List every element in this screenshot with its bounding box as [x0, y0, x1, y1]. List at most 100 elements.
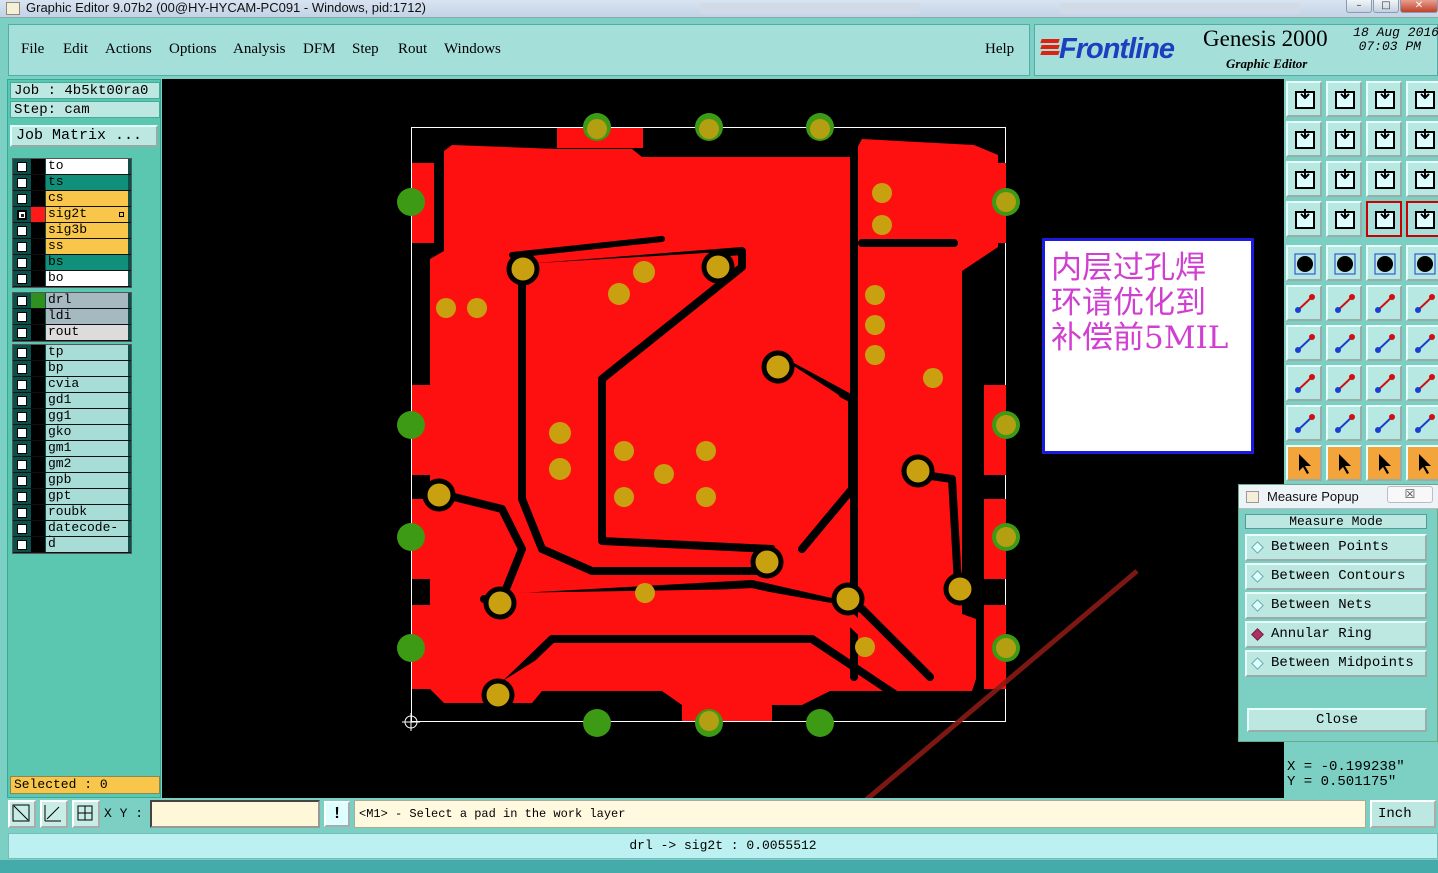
layer-checkbox[interactable]	[17, 242, 27, 252]
net-view-icon[interactable]	[1406, 201, 1438, 237]
layer-row-cs[interactable]: cs	[13, 191, 131, 207]
layer-color-swatch[interactable]	[31, 361, 45, 376]
layer-row-gm2[interactable]: gm2	[13, 457, 131, 473]
layer-row-d[interactable]: d	[13, 537, 131, 553]
line-pointer-icon[interactable]	[1326, 325, 1362, 361]
zoom-fit-icon[interactable]	[1286, 161, 1322, 197]
layer-name[interactable]: sig3b	[46, 223, 128, 238]
layer-color-swatch[interactable]	[31, 505, 45, 520]
layer-row-drl[interactable]: drl	[13, 293, 131, 309]
layer-name[interactable]: tp	[46, 345, 128, 360]
menu-step[interactable]: Step	[352, 41, 379, 58]
layer-row-roubk[interactable]: roubk	[13, 505, 131, 521]
layer-row-gpt[interactable]: gpt	[13, 489, 131, 505]
layer-name[interactable]: rout	[46, 325, 128, 340]
layer-name[interactable]: cvia	[46, 377, 128, 392]
measure-option-between-points[interactable]: Between Points	[1245, 534, 1427, 561]
layer-row-datecode-bo[interactable]: datecode-bo	[13, 521, 131, 549]
layer-color-swatch[interactable]	[31, 255, 45, 270]
layer-checkbox[interactable]	[17, 226, 27, 236]
pad-connect-icon[interactable]	[1286, 285, 1322, 321]
menu-options[interactable]: Options	[169, 41, 217, 58]
layer-name[interactable]: gpt	[46, 489, 128, 504]
layer-name[interactable]: bp	[46, 361, 128, 376]
layer-name[interactable]: gm2	[46, 457, 128, 472]
snap-icon[interactable]	[40, 800, 68, 828]
layer-color-swatch[interactable]	[31, 537, 45, 552]
cursor-route-icon[interactable]	[1406, 445, 1438, 481]
layer-color-swatch[interactable]	[31, 271, 45, 286]
layer-color-swatch[interactable]	[31, 309, 45, 324]
layer-name[interactable]: drl	[46, 293, 128, 308]
layer-name[interactable]: d	[46, 537, 128, 552]
layer-checkbox[interactable]	[17, 444, 27, 454]
layer-checkbox[interactable]	[17, 178, 27, 188]
home-icon[interactable]	[1366, 81, 1402, 117]
layer-name[interactable]: ss	[46, 239, 128, 254]
layer-color-swatch[interactable]	[31, 191, 45, 206]
measure-option-between-midpoints[interactable]: Between Midpoints	[1245, 650, 1427, 677]
resize-icon[interactable]	[1366, 365, 1402, 401]
pan-left-icon[interactable]	[1286, 121, 1322, 157]
triangle-icon[interactable]	[1286, 405, 1322, 441]
layer-checkbox[interactable]	[17, 412, 27, 422]
layer-color-swatch[interactable]	[31, 159, 45, 174]
mirror-icon[interactable]	[1406, 325, 1438, 361]
angle-icon[interactable]	[1326, 405, 1362, 441]
layer-name[interactable]: gm1	[46, 441, 128, 456]
layer-checkbox[interactable]	[17, 524, 27, 534]
layer-name[interactable]: roubk	[46, 505, 128, 520]
layer-checkbox[interactable]	[17, 364, 27, 374]
cursor-circle-icon[interactable]	[1366, 445, 1402, 481]
layer-color-swatch[interactable]	[31, 175, 45, 190]
menu-rout[interactable]: Rout	[398, 41, 427, 58]
popup-close-icon[interactable]: ☒	[1387, 486, 1433, 503]
measure-close-button[interactable]: Close	[1247, 708, 1427, 732]
layer-color-swatch[interactable]	[31, 325, 45, 340]
snap-s-icon[interactable]	[1406, 121, 1438, 157]
layer-color-swatch[interactable]	[31, 441, 45, 456]
layer-name[interactable]: gko	[46, 425, 128, 440]
pad-pointer-icon[interactable]	[1406, 285, 1438, 321]
layer-row-gko[interactable]: gko	[13, 425, 131, 441]
layer-row-sig3b[interactable]: sig3b	[13, 223, 131, 239]
pad-add-icon[interactable]	[1366, 285, 1402, 321]
layer-name[interactable]: cs	[46, 191, 128, 206]
layer-name[interactable]: datecode-bo	[46, 521, 128, 549]
layer-checkbox[interactable]	[17, 540, 27, 550]
layer-checkbox[interactable]	[17, 348, 27, 358]
split-view-icon[interactable]	[1366, 121, 1402, 157]
layer-row-cvia[interactable]: cvia	[13, 377, 131, 393]
menu-windows[interactable]: Windows	[444, 41, 501, 58]
display-layers-icon[interactable]	[1366, 201, 1402, 237]
layer-color-swatch[interactable]	[31, 393, 45, 408]
layer-row-gm1[interactable]: gm1	[13, 441, 131, 457]
wrench-icon[interactable]	[1286, 201, 1322, 237]
pan-right-icon[interactable]	[1326, 121, 1362, 157]
warning-button[interactable]: !	[324, 801, 350, 827]
layer-row-ts[interactable]: ts	[13, 175, 131, 191]
layer-color-swatch[interactable]	[31, 521, 45, 536]
layer-color-swatch[interactable]	[31, 293, 45, 308]
layer-name[interactable]: sig2t	[46, 207, 128, 222]
layer-checkbox[interactable]	[17, 258, 27, 268]
measure-option-between-contours[interactable]: Between Contours	[1245, 563, 1427, 590]
layer-row-gpb[interactable]: gpb	[13, 473, 131, 489]
cursor-icon[interactable]	[1286, 445, 1322, 481]
layer-color-swatch[interactable]	[31, 457, 45, 472]
layer-row-gg1[interactable]: gg1	[13, 409, 131, 425]
menu-analysis[interactable]: Analysis	[233, 41, 286, 58]
rotate-icon[interactable]	[1366, 325, 1402, 361]
layer-checkbox[interactable]	[17, 476, 27, 486]
arc-select-icon[interactable]	[1406, 405, 1438, 441]
layer-name[interactable]: gg1	[46, 409, 128, 424]
layout-icon[interactable]	[1406, 81, 1438, 117]
layer-name[interactable]: bo	[46, 271, 128, 286]
layer-checkbox[interactable]	[17, 460, 27, 470]
zoom-window-icon[interactable]	[8, 800, 36, 828]
layer-row-sig2t[interactable]: sig2t	[13, 207, 131, 223]
layer-name[interactable]: ts	[46, 175, 128, 190]
layer-color-swatch[interactable]	[31, 223, 45, 238]
menu-dfm[interactable]: DFM	[303, 41, 336, 58]
cross-select-icon[interactable]	[1326, 285, 1362, 321]
